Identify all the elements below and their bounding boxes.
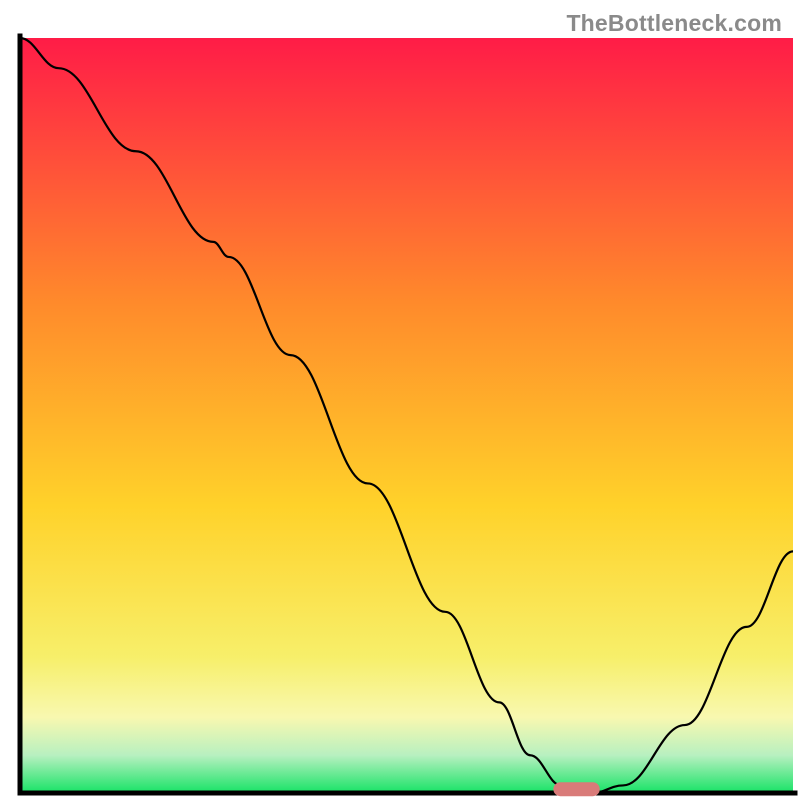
watermark-text: TheBottleneck.com [566, 10, 782, 37]
chart-frame: TheBottleneck.com [0, 0, 800, 800]
bottleneck-chart [0, 0, 800, 800]
optimal-marker [553, 782, 599, 796]
